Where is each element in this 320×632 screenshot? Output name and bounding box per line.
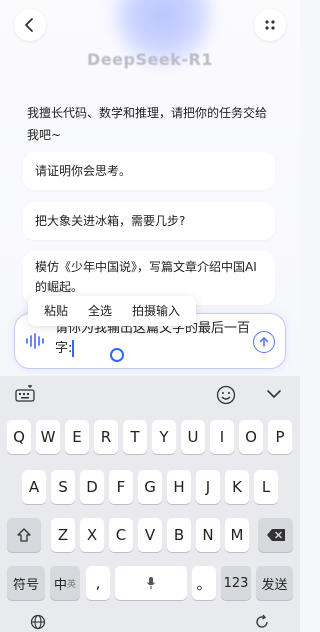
key-d[interactable]: D [80, 470, 104, 504]
keyboard-toolbar [0, 376, 300, 412]
menu-item-paste[interactable]: 粘贴 [34, 296, 78, 326]
keyboard-bottom-bar [0, 610, 300, 632]
key-e[interactable]: E [65, 420, 89, 454]
key-m[interactable]: M [225, 518, 249, 552]
shift-arrow-icon [17, 528, 31, 542]
menu-item-camera-input[interactable]: 拍摄输入 [122, 296, 190, 326]
key-b[interactable]: B [167, 518, 191, 552]
chat-area: DeepSeek-R1 我擅长代码、数学和推理，请把你的任务交给我吧~ 请证明你… [0, 0, 300, 376]
cursor-handle[interactable] [110, 348, 124, 362]
key-j[interactable]: J [196, 470, 220, 504]
key-y[interactable]: Y [152, 420, 176, 454]
send-key[interactable]: 发送 [256, 566, 293, 600]
key-r[interactable]: R [94, 420, 118, 454]
key-c[interactable]: C [109, 518, 133, 552]
context-menu: 粘贴 全选 拍摄输入 [28, 296, 197, 326]
key-h[interactable]: H [167, 470, 191, 504]
keyboard-settings-icon[interactable] [14, 385, 36, 403]
key-v[interactable]: V [138, 518, 162, 552]
text-cursor [72, 340, 74, 357]
backspace-key[interactable] [258, 518, 293, 552]
key-l[interactable]: L [254, 470, 278, 504]
key-u[interactable]: U [181, 420, 205, 454]
suggestion-1[interactable]: 请证明你会思考。 [23, 152, 275, 190]
key-t[interactable]: T [123, 420, 147, 454]
key-i[interactable]: I [210, 420, 234, 454]
lang-key-main: 中 [53, 577, 67, 593]
menu-item-select-all[interactable]: 全选 [78, 296, 122, 326]
key-w[interactable]: W [36, 420, 60, 454]
key-n[interactable]: N [196, 518, 220, 552]
key-g[interactable]: G [138, 470, 162, 504]
chat-input-value: 请你为我输出这篇文字的最后一百字: [55, 321, 251, 356]
suggestion-2[interactable]: 把大象关进冰箱，需要几步? [23, 202, 275, 240]
microphone-icon [147, 577, 155, 589]
more-options-button[interactable] [254, 9, 286, 41]
shift-key[interactable] [7, 518, 41, 552]
comma-key[interactable]: , [86, 566, 110, 600]
keyboard-switch-icon[interactable] [254, 614, 270, 630]
key-f[interactable]: F [109, 470, 133, 504]
four-dots-icon [265, 20, 275, 30]
voice-wave-icon[interactable] [25, 333, 45, 349]
key-x[interactable]: X [80, 518, 104, 552]
key-o[interactable]: O [239, 420, 263, 454]
page-title: DeepSeek-R1 [87, 50, 213, 69]
key-a[interactable]: A [22, 470, 46, 504]
lang-key-sub: 英 [67, 579, 77, 590]
symbols-key[interactable]: 符号 [7, 566, 45, 600]
chevron-left-icon [25, 18, 33, 32]
send-button[interactable] [253, 331, 275, 353]
globe-icon[interactable] [30, 614, 46, 630]
numbers-key[interactable]: 123 [221, 566, 251, 600]
arrow-up-icon [259, 337, 269, 347]
language-switch-key[interactable]: 中英 [50, 566, 80, 600]
period-key[interactable]: 。 [192, 566, 216, 600]
keyboard: Q W E R T Y U I O P A S D F G H J K L Z … [0, 376, 300, 632]
collapse-keyboard-icon[interactable] [266, 388, 282, 400]
key-q[interactable]: Q [7, 420, 31, 454]
key-z[interactable]: Z [51, 518, 75, 552]
emoji-icon[interactable] [216, 385, 236, 405]
key-s[interactable]: S [51, 470, 75, 504]
backspace-icon [266, 529, 285, 541]
space-key[interactable] [115, 566, 187, 600]
back-button[interactable] [14, 9, 46, 41]
key-k[interactable]: K [225, 470, 249, 504]
key-p[interactable]: P [268, 420, 292, 454]
assistant-intro: 我擅长代码、数学和推理，请把你的任务交给我吧~ [27, 106, 268, 142]
